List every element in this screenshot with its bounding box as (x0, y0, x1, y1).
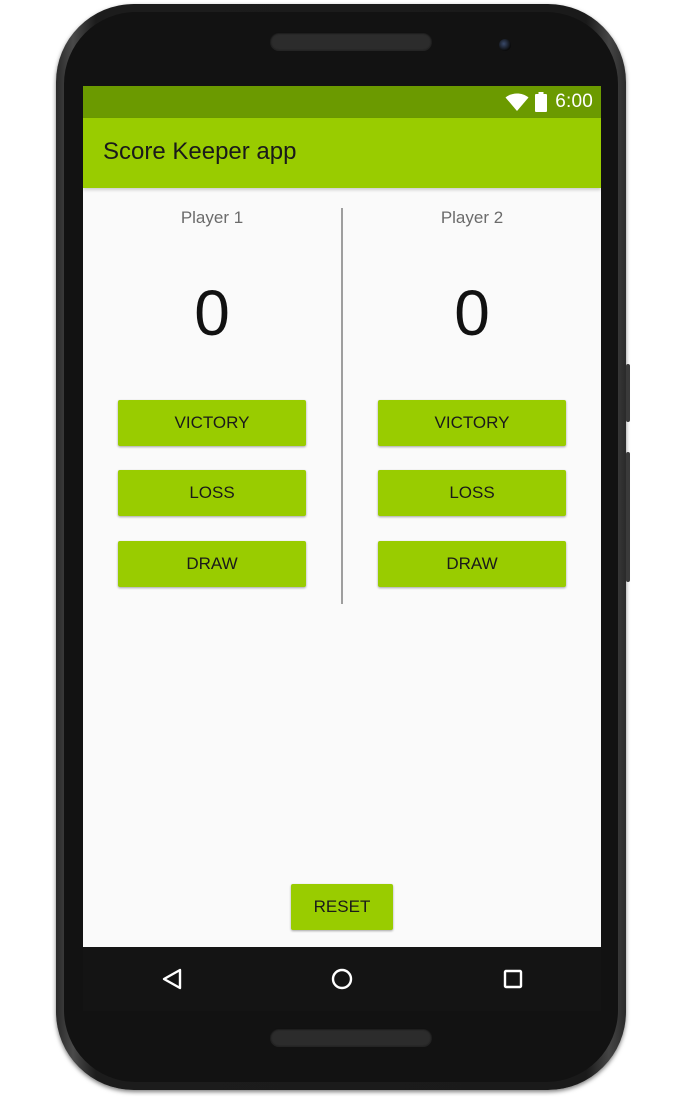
wifi-icon (505, 93, 529, 111)
app-title: Score Keeper app (103, 138, 297, 165)
status-time: 6:00 (555, 91, 593, 112)
player-1-loss-button[interactable]: LOSS (118, 470, 306, 516)
battery-icon (535, 92, 548, 112)
volume-button (626, 452, 630, 582)
player-2-name: Player 2 (440, 208, 504, 227)
app-bar: Score Keeper app (83, 118, 601, 188)
player-1-draw-button[interactable]: DRAW (118, 541, 306, 587)
player-divider (341, 208, 343, 604)
player-2-draw-button[interactable]: DRAW (378, 541, 566, 587)
bottom-speaker (270, 1028, 432, 1046)
home-icon[interactable] (326, 963, 358, 995)
player-2-score: 0 (454, 277, 490, 349)
top-speaker (270, 32, 432, 50)
status-bar: 6:00 (83, 86, 601, 118)
status-icons: 6:00 (505, 90, 593, 114)
front-camera (499, 39, 511, 51)
player-2-victory-button[interactable]: VICTORY (378, 400, 566, 446)
reset-button[interactable]: RESET (291, 884, 393, 930)
app-screen: 6:00 Score Keeper app Player 1 0 VICTORY… (83, 86, 601, 947)
power-button (626, 364, 630, 422)
recents-icon[interactable] (497, 963, 529, 995)
player-1-name: Player 1 (180, 208, 244, 227)
back-icon[interactable] (156, 963, 188, 995)
player-1-victory-button[interactable]: VICTORY (118, 400, 306, 446)
navigation-bar (83, 947, 601, 1011)
player-2-loss-button[interactable]: LOSS (378, 470, 566, 516)
player-1-score: 0 (194, 277, 230, 349)
